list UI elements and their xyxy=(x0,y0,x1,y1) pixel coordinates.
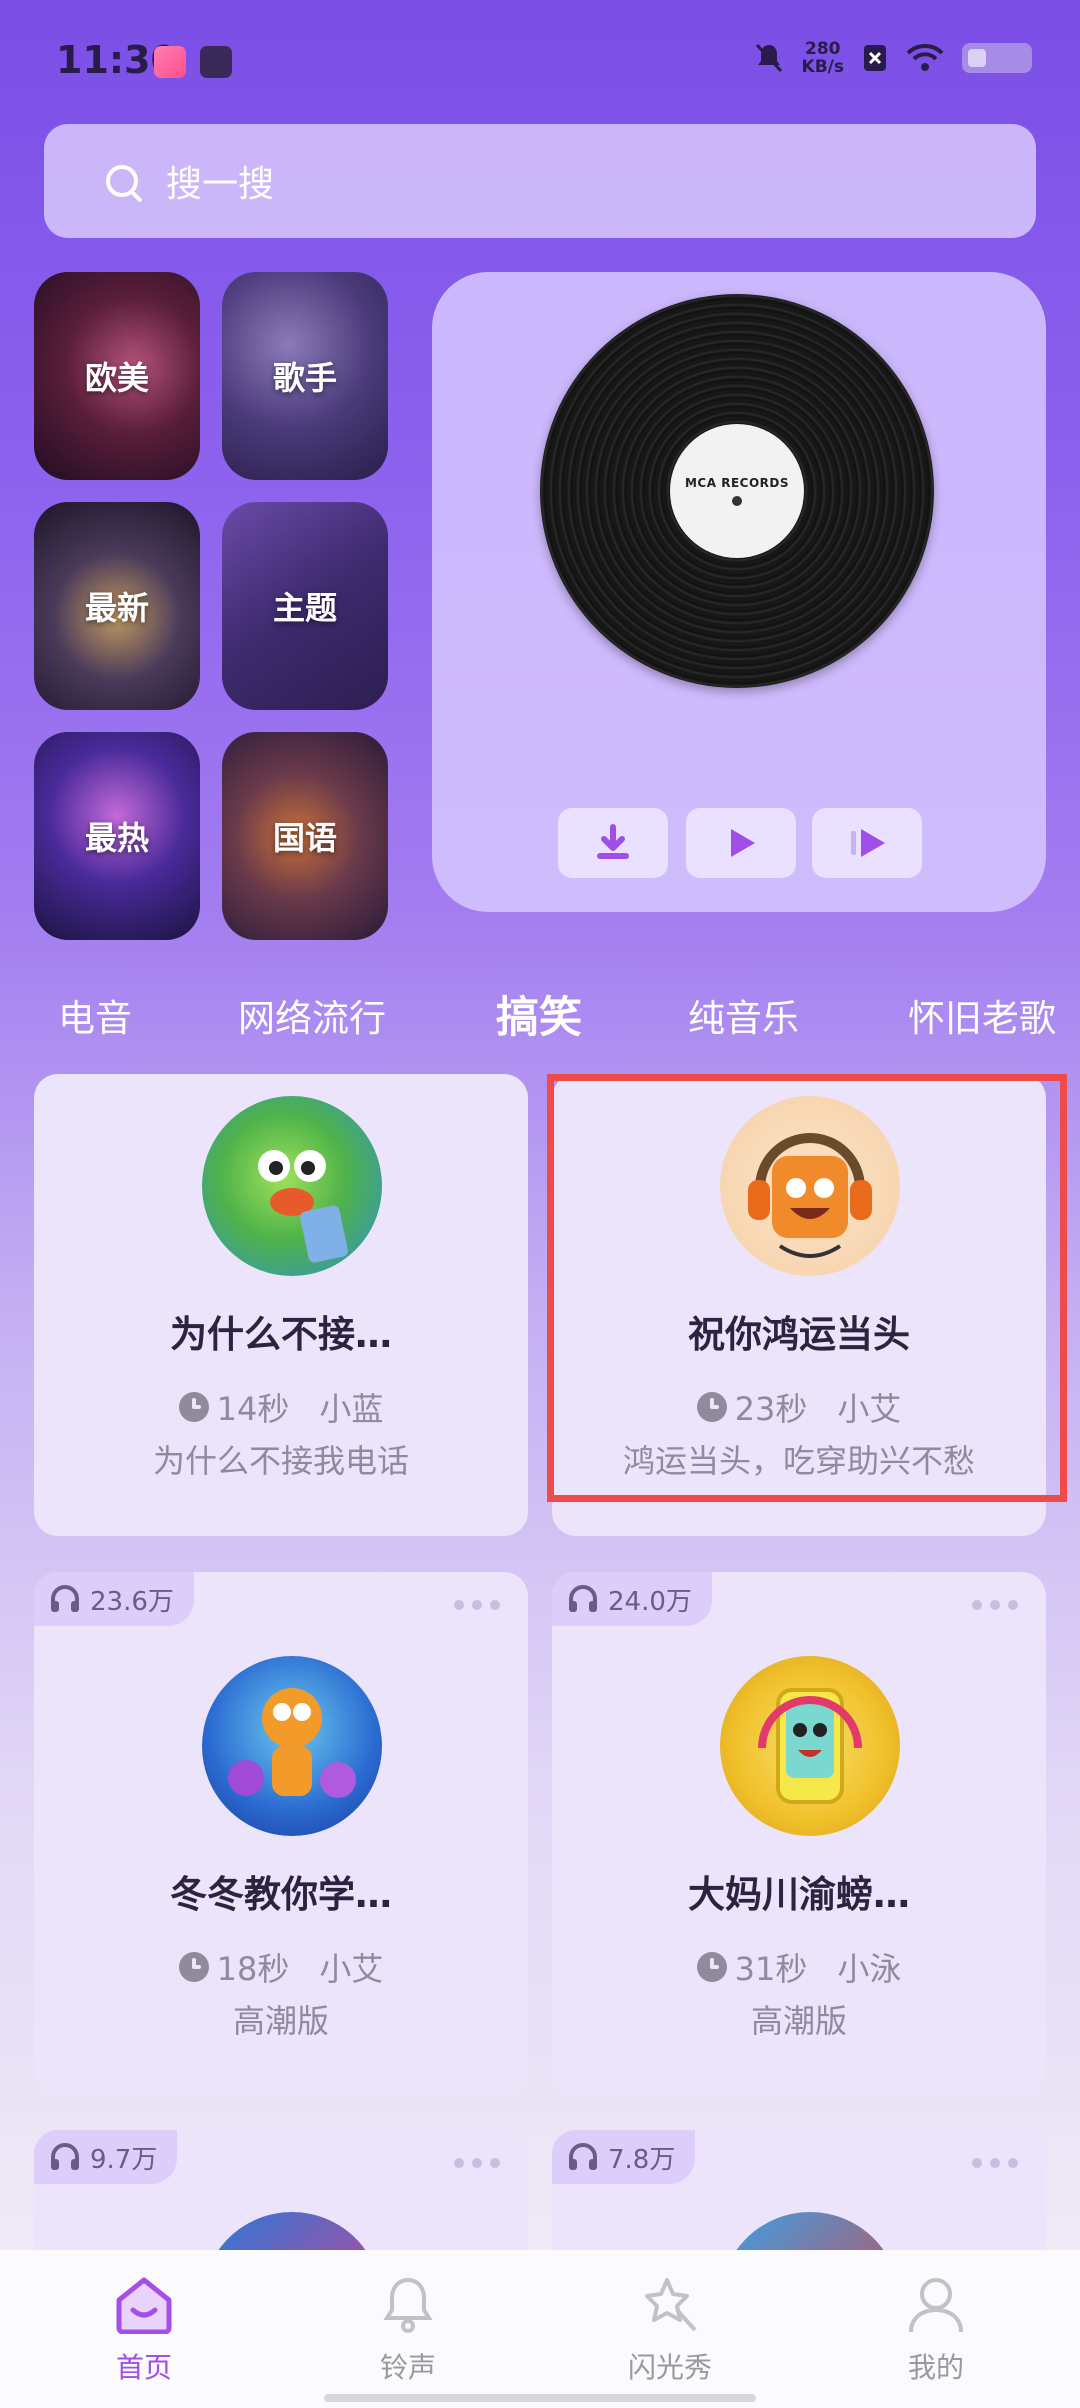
nav-home[interactable]: 首页 xyxy=(74,2274,214,2386)
play-count-badge: 23.6万 xyxy=(34,1572,194,1626)
ringtone-card[interactable]: 23.6万 冬冬教你学… 18秒 小艾 高潮版 xyxy=(34,1572,528,2094)
clock-icon xyxy=(696,1952,727,1982)
nav-profile[interactable]: 我的 xyxy=(866,2274,1006,2386)
headphones-icon xyxy=(51,2143,79,2170)
nav-ringtones[interactable]: 铃声 xyxy=(338,2274,478,2386)
category-label: 主题 xyxy=(272,589,337,627)
tab-funny[interactable]: 搞笑 xyxy=(496,983,582,1045)
vinyl-record-image: MCA RECORDS xyxy=(540,294,934,688)
download-button[interactable] xyxy=(558,808,668,878)
clock-icon xyxy=(178,1392,209,1422)
player-card: MCA RECORDS xyxy=(432,272,1046,912)
tab-nostalgic[interactable]: 怀旧老歌 xyxy=(908,988,1056,1042)
next-button[interactable] xyxy=(812,808,922,878)
next-play-icon xyxy=(851,829,885,857)
play-count: 24.0万 xyxy=(608,1586,692,1617)
ringtone-description: 为什么不接我电话 xyxy=(152,1442,409,1480)
category-tile-hottest[interactable]: 最热 xyxy=(34,732,200,940)
category-tile-theme[interactable]: 主题 xyxy=(222,502,388,710)
tab-electronic[interactable]: 电音 xyxy=(58,988,132,1042)
ringtone-card[interactable]: 为什么不接… 14秒 小蓝 为什么不接我电话 xyxy=(34,1074,528,1536)
play-count: 7.8万 xyxy=(608,2144,676,2175)
ringtone-title: 大妈川渝螃… xyxy=(688,1873,910,1916)
download-icon xyxy=(597,824,629,859)
ringtone-description: 高潮版 xyxy=(750,2002,847,2040)
ringtone-avatar xyxy=(720,1656,900,1836)
play-button[interactable] xyxy=(686,808,796,878)
ringtone-duration: 18秒 xyxy=(216,1950,290,1988)
category-label: 最新 xyxy=(84,589,149,627)
play-count: 23.6万 xyxy=(90,1586,174,1617)
network-speed: 280 KB/s xyxy=(801,39,844,77)
category-label: 欧美 xyxy=(84,359,149,397)
notification-app-icon xyxy=(200,46,232,78)
nav-label: 首页 xyxy=(115,2351,172,2384)
ringtone-avatar xyxy=(202,1656,382,1836)
magic-wand-icon xyxy=(645,2278,697,2332)
ringtone-author: 小艾 xyxy=(319,1950,384,1988)
category-tile-mandarin[interactable]: 国语 xyxy=(222,732,388,940)
headphones-icon xyxy=(569,1585,597,1612)
more-options-icon[interactable] xyxy=(972,1600,1018,1610)
search-icon xyxy=(106,165,138,197)
notification-app-icon xyxy=(154,46,186,78)
more-options-icon[interactable] xyxy=(972,2158,1018,2168)
search-placeholder: 搜一搜 xyxy=(166,164,275,205)
more-options-icon[interactable] xyxy=(454,1600,500,1610)
ringtone-duration: 31秒 xyxy=(734,1950,808,1988)
category-tabs: 电音 网络流行 搞笑 纯音乐 怀旧老歌 xyxy=(0,978,1080,1048)
home-icon xyxy=(116,2277,172,2335)
nav-flash-show[interactable]: 闪光秀 xyxy=(600,2274,740,2386)
category-label: 国语 xyxy=(272,819,337,857)
bottom-navigation: 首页 铃声 闪光秀 我的 xyxy=(0,2250,1080,2408)
ringtone-title: 冬冬教你学… xyxy=(170,1873,392,1916)
tab-internet-pop[interactable]: 网络流行 xyxy=(238,988,386,1042)
category-tile-newest[interactable]: 最新 xyxy=(34,502,200,710)
selection-highlight xyxy=(547,1074,1067,1502)
headphones-icon xyxy=(569,2143,597,2170)
category-label: 歌手 xyxy=(272,359,337,397)
mute-icon xyxy=(755,43,782,73)
wifi-icon xyxy=(906,43,944,71)
ringtone-duration: 14秒 xyxy=(216,1390,290,1428)
ringtone-meta: 14秒 小蓝 xyxy=(34,1384,528,1430)
play-count-badge: 9.7万 xyxy=(34,2130,178,2184)
play-count-badge: 24.0万 xyxy=(552,1572,712,1626)
category-tile-western[interactable]: 欧美 xyxy=(34,272,200,480)
ringtone-avatar xyxy=(202,1096,382,1276)
play-count-badge: 7.8万 xyxy=(552,2130,696,2184)
ringtone-author: 小泳 xyxy=(837,1950,902,1988)
ringtone-meta: 18秒 小艾 xyxy=(34,1944,528,1990)
play-icon xyxy=(731,829,755,857)
ringtone-description: 高潮版 xyxy=(232,2002,329,2040)
nav-label: 我的 xyxy=(907,2351,964,2384)
ringtone-meta: 31秒 小泳 xyxy=(552,1944,1046,1990)
user-icon xyxy=(909,2278,963,2333)
more-options-icon[interactable] xyxy=(454,2158,500,2168)
home-indicator[interactable] xyxy=(324,2394,756,2402)
status-bar: 11:30 280 KB/s xyxy=(0,0,1080,120)
battery-icon xyxy=(962,43,1032,73)
sim-off-icon xyxy=(864,45,886,71)
play-count: 9.7万 xyxy=(90,2144,158,2175)
search-bar[interactable]: 搜一搜 xyxy=(44,124,1036,238)
clock-icon xyxy=(178,1952,209,1982)
bell-icon xyxy=(383,2277,433,2333)
headphones-icon xyxy=(51,1585,79,1612)
nav-label: 闪光秀 xyxy=(627,2351,712,2384)
nav-label: 铃声 xyxy=(379,2351,436,2384)
category-tile-singer[interactable]: 歌手 xyxy=(222,272,388,480)
category-label: 最热 xyxy=(84,819,149,857)
record-label-text: MCA RECORDS xyxy=(684,476,789,490)
ringtone-author: 小蓝 xyxy=(319,1390,384,1428)
tab-pure-music[interactable]: 纯音乐 xyxy=(688,988,799,1042)
ringtone-title: 为什么不接… xyxy=(170,1313,392,1356)
ringtone-card[interactable]: 24.0万 大妈川渝螃… 31秒 小泳 高潮版 xyxy=(552,1572,1046,2094)
